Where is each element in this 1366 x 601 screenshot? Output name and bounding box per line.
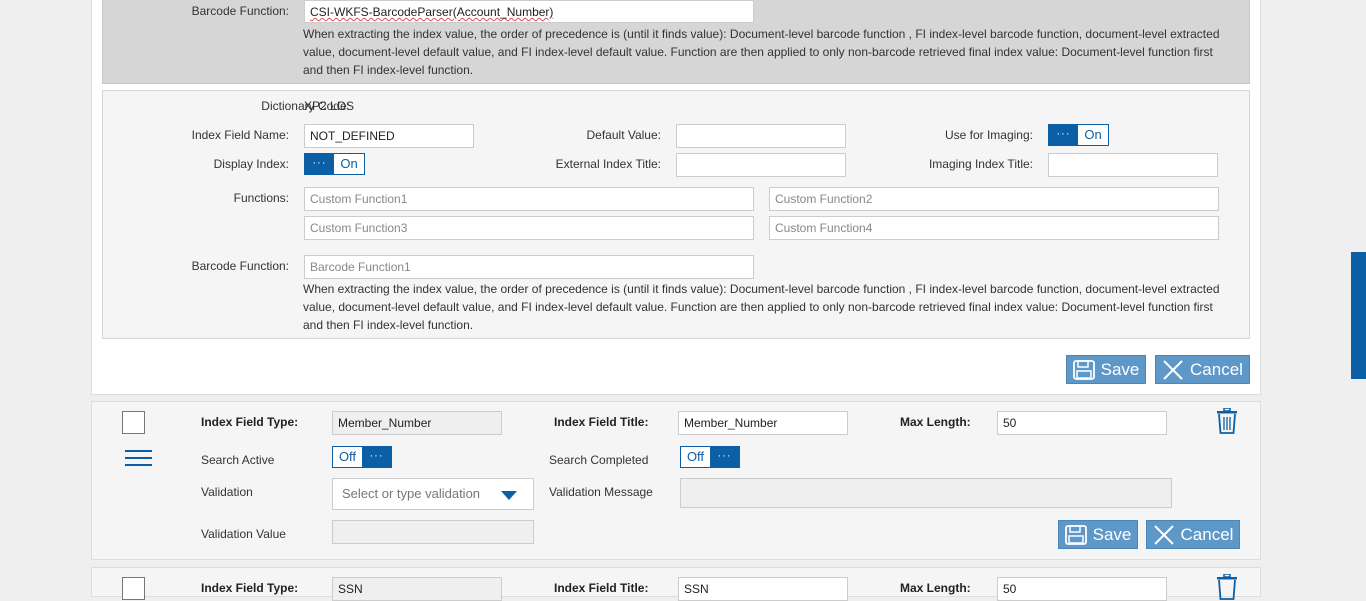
doc-barcode-help: When extracting the index value, the ord… — [303, 27, 1220, 77]
validation-message-label: Validation Message — [549, 485, 653, 499]
save-icon — [1072, 359, 1095, 380]
barcode-function-input[interactable]: Barcode Function1 — [304, 255, 754, 279]
validation-value-label: Validation Value — [201, 527, 286, 541]
search-active-toggle[interactable]: Off ··· — [332, 446, 392, 468]
custom-function1-input[interactable]: Custom Function1 — [304, 187, 754, 211]
row-save-button[interactable]: Save — [1058, 520, 1138, 549]
imaging-index-title-label: Imaging Index Title: — [928, 157, 1033, 171]
custom-function3-input[interactable]: Custom Function3 — [304, 216, 754, 240]
max-length-label: Max Length: — [900, 581, 971, 595]
custom-function4-input[interactable]: Custom Function4 — [769, 216, 1219, 240]
max-length-label: Max Length: — [900, 415, 971, 429]
trash-icon[interactable] — [1216, 408, 1238, 434]
default-value-label: Default Value: — [586, 128, 662, 142]
search-active-label: Search Active — [201, 453, 275, 467]
doc-barcode-input[interactable]: CSI-WKFS-BarcodeParser(Account_Number) — [304, 0, 754, 23]
external-index-title-input[interactable] — [676, 153, 846, 177]
toggle-handle: ··· — [1049, 125, 1078, 145]
toggle-handle: ··· — [362, 447, 391, 467]
toggle-state: On — [1084, 127, 1102, 142]
validation-message-input — [680, 478, 1172, 508]
imaging-index-title-input[interactable] — [1048, 153, 1218, 177]
validation-value-input — [332, 520, 534, 544]
index-field-title-label: Index Field Title: — [554, 581, 649, 595]
index-field-type-input: SSN — [332, 577, 502, 601]
display-index-label: Display Index: — [213, 157, 289, 171]
save-label: Save — [1100, 359, 1140, 379]
chevron-down-icon — [501, 491, 517, 500]
search-completed-label: Search Completed — [549, 453, 649, 467]
cancel-label: Cancel — [1180, 524, 1234, 544]
max-length-input[interactable]: 50 — [997, 577, 1167, 601]
cancel-label: Cancel — [1190, 359, 1243, 379]
close-icon — [1163, 359, 1183, 380]
search-completed-toggle[interactable]: Off ··· — [680, 446, 740, 468]
use-for-imaging-toggle[interactable]: ··· On — [1048, 124, 1109, 146]
close-icon — [1153, 524, 1174, 545]
max-length-input[interactable]: 50 — [997, 411, 1167, 435]
default-value-input[interactable] — [676, 124, 846, 148]
display-index-toggle[interactable]: ··· On — [304, 153, 365, 175]
index-field-name-input[interactable]: NOT_DEFINED — [304, 124, 474, 148]
validation-select[interactable]: Select or type validation — [332, 478, 534, 510]
index-field-title-label: Index Field Title: — [554, 415, 649, 429]
toggle-state: On — [340, 156, 358, 171]
toggle-state: Off — [338, 449, 357, 464]
save-label: Save — [1092, 524, 1132, 544]
index-field-title-input[interactable]: SSN — [678, 577, 848, 601]
save-button[interactable]: Save — [1066, 355, 1146, 384]
index-field-title-input[interactable]: Member_Number — [678, 411, 848, 435]
side-panel-tab[interactable] — [1351, 252, 1366, 379]
toggle-handle: ··· — [710, 447, 739, 467]
cancel-button[interactable]: Cancel — [1155, 355, 1250, 384]
toggle-handle: ··· — [305, 154, 334, 174]
barcode-function-label: Barcode Function: — [191, 259, 289, 273]
use-for-imaging-label: Use for Imaging: — [944, 128, 1033, 142]
index-field-type-label: Index Field Type: — [201, 581, 299, 595]
index-field-name-label: Index Field Name: — [191, 128, 289, 142]
barcode-function-help: When extracting the index value, the ord… — [303, 282, 1220, 332]
toggle-state: Off — [686, 449, 705, 464]
validation-label: Validation — [201, 485, 253, 499]
dictionary-code-value: XP2 LOS — [304, 99, 355, 113]
row-select-checkbox[interactable] — [122, 411, 145, 434]
validation-placeholder: Select or type validation — [342, 486, 481, 501]
external-index-title-label: External Index Title: — [555, 157, 661, 171]
functions-label: Functions: — [233, 191, 289, 205]
index-field-type-input: Member_Number — [332, 411, 502, 435]
drag-handle-icon[interactable] — [125, 450, 152, 468]
trash-icon[interactable] — [1216, 574, 1238, 600]
row-cancel-button[interactable]: Cancel — [1146, 520, 1240, 549]
save-icon — [1064, 524, 1087, 545]
doc-barcode-label: Barcode Function: — [191, 4, 289, 18]
index-field-type-label: Index Field Type: — [201, 415, 299, 429]
custom-function2-input[interactable]: Custom Function2 — [769, 187, 1219, 211]
